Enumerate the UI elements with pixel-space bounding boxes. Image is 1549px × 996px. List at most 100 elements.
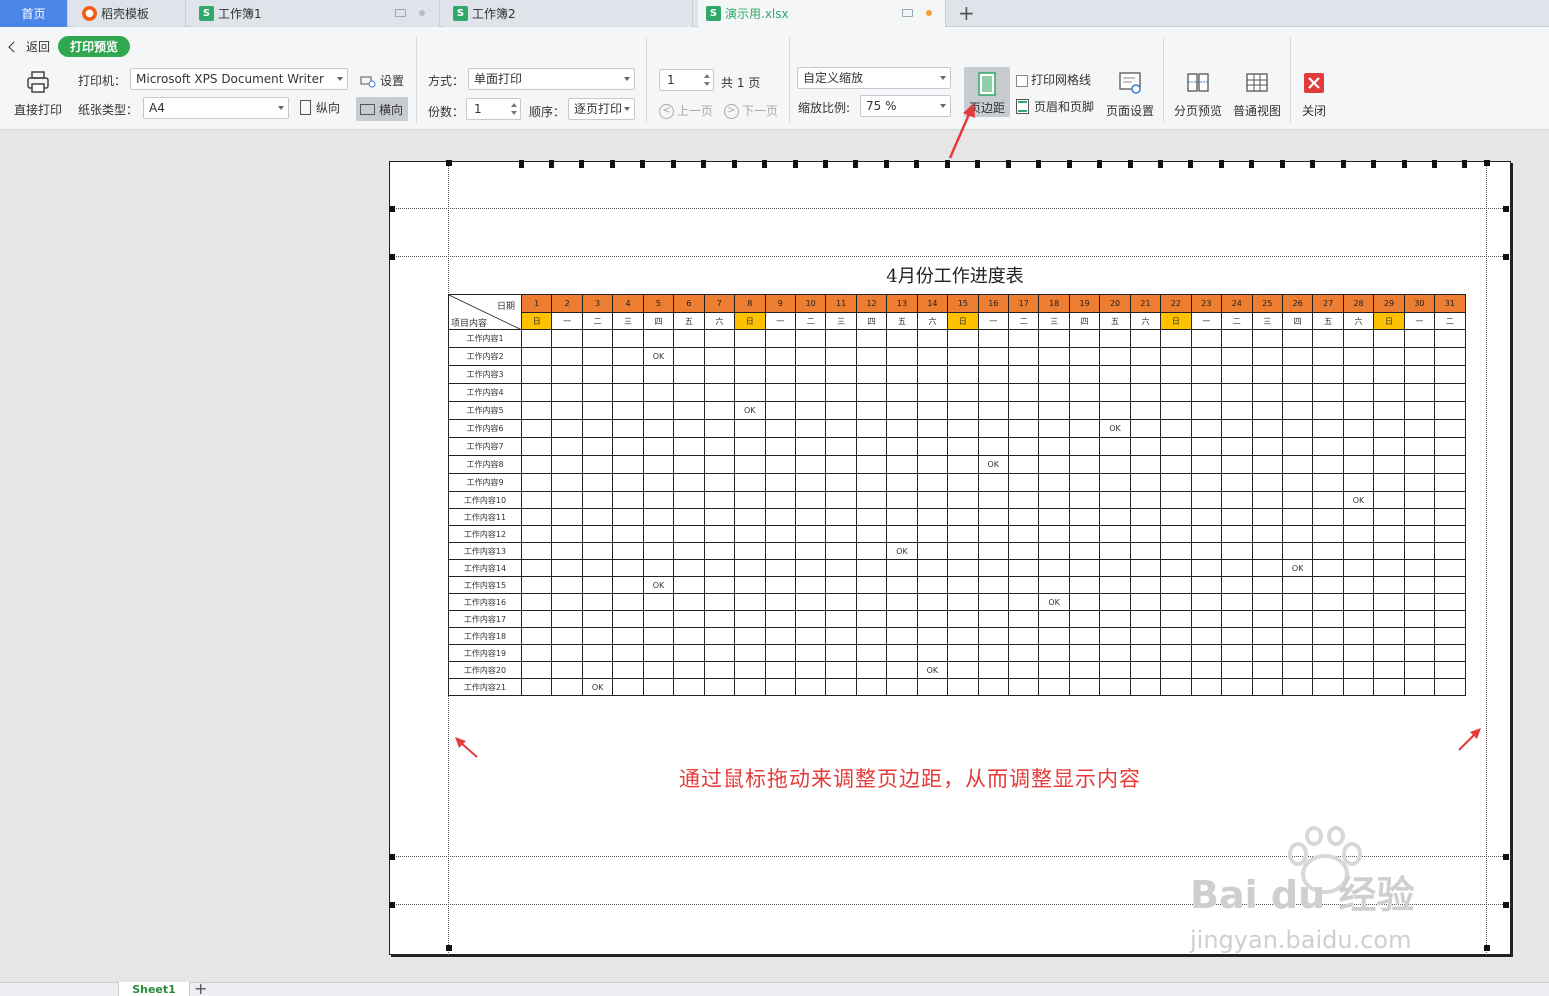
margin-handle[interactable] <box>446 160 452 166</box>
column-handle[interactable] <box>1310 160 1316 168</box>
column-handle[interactable] <box>640 160 646 168</box>
spin-down-icon[interactable] <box>704 82 710 86</box>
column-handle[interactable] <box>762 160 768 168</box>
tab-docer[interactable]: ● 稻壳模板 <box>74 0 186 27</box>
scale-select[interactable]: 75 % <box>860 95 951 117</box>
schedule-cell <box>947 329 979 348</box>
column-handle[interactable] <box>1218 160 1224 168</box>
column-handle[interactable] <box>1066 160 1072 168</box>
column-handle[interactable] <box>823 160 828 168</box>
margin-handle[interactable] <box>1484 160 1490 166</box>
margin-handle[interactable] <box>1503 854 1509 860</box>
column-handle[interactable] <box>792 160 798 168</box>
column-handle[interactable] <box>579 160 585 168</box>
day-header-cell: 1 <box>520 294 553 313</box>
right-margin-line[interactable] <box>1486 161 1487 955</box>
sheet-tab-sheet1[interactable]: Sheet1 <box>118 982 190 996</box>
column-handle[interactable] <box>1127 160 1133 168</box>
page-break-preview-button[interactable]: 分页预览 <box>1172 70 1224 119</box>
column-handle[interactable] <box>1188 160 1194 168</box>
margin-handle[interactable] <box>446 945 452 951</box>
column-handle[interactable] <box>1005 160 1011 168</box>
margin-handle[interactable] <box>389 206 395 212</box>
column-handle[interactable] <box>1279 160 1285 168</box>
direct-print-button[interactable]: 直接打印 <box>9 69 67 118</box>
day-header-cell: 29 <box>1373 294 1405 313</box>
page-setup-button[interactable]: 页面设置 <box>1104 70 1156 119</box>
header-footer-button[interactable]: 页眉和页脚 <box>1016 98 1094 115</box>
column-handle[interactable] <box>883 160 889 168</box>
column-handle[interactable] <box>1371 160 1377 168</box>
schedule-cell <box>1251 329 1283 348</box>
tab-demo-xlsx[interactable]: S 演示用.xlsx <box>698 0 946 27</box>
column-handle[interactable] <box>1432 160 1437 168</box>
schedule-cell <box>1312 593 1344 611</box>
column-handle[interactable] <box>975 160 981 168</box>
margin-handle[interactable] <box>1484 945 1490 951</box>
margin-handle[interactable] <box>1503 902 1509 908</box>
column-handle[interactable] <box>853 160 859 168</box>
paper-select[interactable]: A4 <box>143 97 289 119</box>
normal-view-button[interactable]: 普通视图 <box>1231 70 1283 119</box>
close-preview-button[interactable]: 关闭 <box>1296 70 1332 119</box>
column-handle[interactable] <box>944 160 950 168</box>
monitor-icon[interactable] <box>902 9 913 17</box>
schedule-cell <box>1221 383 1253 402</box>
column-handle[interactable] <box>1157 160 1163 168</box>
order-select[interactable]: 逐页打印 <box>568 98 635 120</box>
column-handle[interactable] <box>1340 160 1346 168</box>
next-page-button[interactable]: > 下一页 <box>724 102 778 119</box>
column-handle[interactable] <box>609 160 615 168</box>
schedule-cell <box>1038 347 1070 366</box>
top-margin-line[interactable] <box>389 256 1511 257</box>
page-number-input[interactable]: 1 <box>659 69 714 91</box>
column-handle[interactable] <box>914 160 920 168</box>
printer-select[interactable]: Microsoft XPS Document Writer <box>130 68 348 90</box>
tab-workbook2[interactable]: S 工作簿2 <box>445 0 693 27</box>
schedule-cell <box>1160 491 1192 509</box>
landscape-button[interactable]: 横向 <box>356 97 408 121</box>
column-handle[interactable] <box>1036 160 1042 168</box>
method-select[interactable]: 单面打印 <box>468 68 635 90</box>
annotation-arrow-left <box>455 737 478 758</box>
column-handle[interactable] <box>701 160 707 168</box>
column-handle[interactable] <box>1249 160 1255 168</box>
schedule-cell <box>1099 365 1131 384</box>
copies-stepper[interactable]: 1 <box>466 98 521 120</box>
prev-page-button[interactable]: < 上一页 <box>659 102 713 119</box>
margin-handle[interactable] <box>1503 254 1509 260</box>
spin-up-icon[interactable] <box>511 103 517 107</box>
schedule-cell <box>551 401 583 420</box>
margin-handle[interactable] <box>389 902 395 908</box>
spin-up-icon[interactable] <box>704 74 710 78</box>
add-sheet-button[interactable]: + <box>194 979 207 996</box>
column-handle[interactable] <box>670 160 676 168</box>
column-handle[interactable] <box>1462 160 1468 168</box>
printer-settings-button[interactable]: 设置 <box>360 72 404 89</box>
margin-handle[interactable] <box>389 854 395 860</box>
tab-workbook1[interactable]: S 工作簿1 <box>191 0 440 27</box>
column-handle[interactable] <box>1401 160 1407 168</box>
header-margin-line[interactable] <box>389 208 1511 209</box>
zoom-mode-select[interactable]: 自定义缩放 <box>797 67 951 89</box>
margin-handle[interactable] <box>1503 206 1509 212</box>
schedule-cell <box>551 627 583 645</box>
new-tab-button[interactable]: + <box>958 2 975 24</box>
schedule-cell <box>734 678 766 696</box>
column-handle[interactable] <box>731 160 737 168</box>
column-handle[interactable] <box>1097 160 1103 168</box>
spin-down-icon[interactable] <box>511 111 517 115</box>
schedule-cell <box>1403 383 1436 402</box>
portrait-button[interactable]: 纵向 <box>300 99 340 116</box>
schedule-cell <box>612 610 644 628</box>
back-button[interactable]: 返回 <box>8 38 50 55</box>
monitor-icon[interactable] <box>395 9 406 17</box>
tab-home[interactable]: 首页 <box>0 0 68 27</box>
column-handle[interactable] <box>548 160 554 168</box>
margin-handle[interactable] <box>389 254 395 260</box>
schedule-cell <box>1068 627 1101 645</box>
column-handle[interactable] <box>518 160 524 168</box>
schedule-cell <box>1068 491 1101 509</box>
schedule-cell <box>1221 661 1253 679</box>
print-gridlines-checkbox[interactable]: 打印网格线 <box>1016 71 1091 88</box>
